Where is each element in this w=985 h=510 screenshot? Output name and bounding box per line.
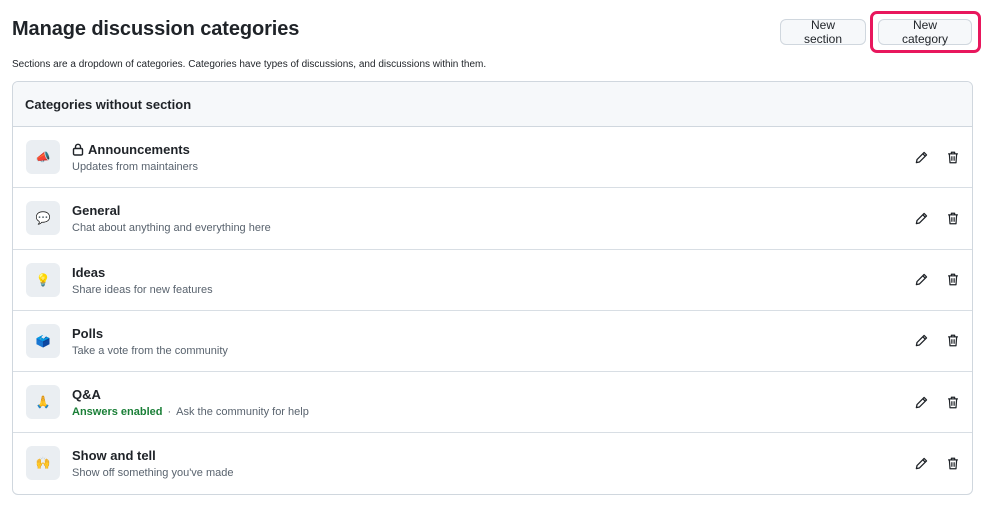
page-subtitle: Sections are a dropdown of categories. C… (12, 59, 487, 70)
category-emoji: 💬 (26, 201, 60, 236)
category-name: Polls (72, 325, 104, 341)
trash-icon[interactable] (945, 210, 961, 226)
category-name: Show and tell (72, 448, 156, 464)
pencil-icon[interactable] (913, 333, 929, 349)
pencil-icon[interactable] (913, 210, 929, 226)
category-title[interactable]: Announcements (72, 142, 190, 157)
category-row-qa: 🙏 Q&A Answers enabled · Ask the communit… (13, 372, 972, 434)
pencil-icon[interactable] (913, 394, 929, 410)
category-title[interactable]: Show and tell (72, 448, 156, 463)
category-name: General (72, 203, 121, 219)
category-emoji: 🙏 (26, 385, 60, 420)
new-category-button[interactable]: New category (878, 18, 972, 46)
lock-icon (72, 143, 84, 156)
category-row-show-and-tell: 🙌 Show and tell Show off something you'v… (13, 433, 972, 494)
trash-icon[interactable] (945, 272, 961, 288)
category-row-general: 💬 General Chat about anything and everyt… (13, 188, 972, 250)
category-description-line: Updates from maintainers (72, 161, 198, 173)
category-name: Announcements (88, 142, 190, 157)
answers-enabled-badge: Answers enabled (72, 406, 163, 419)
category-description-line: Answers enabled · Ask the community for … (72, 406, 309, 418)
category-description: Ask the community for help (176, 406, 309, 419)
pencil-icon[interactable] (913, 455, 929, 471)
category-description: Chat about anything and everything here (72, 222, 271, 235)
trash-icon[interactable] (945, 455, 961, 471)
category-description-line: Show off something you've made (72, 467, 234, 479)
category-title[interactable]: Q&A (72, 387, 101, 402)
category-emoji: 🗳️ (26, 323, 60, 358)
category-title[interactable]: Ideas (72, 265, 105, 280)
category-description-line: Share ideas for new features (72, 284, 213, 296)
category-row-ideas: 💡 Ideas Share ideas for new features (13, 250, 972, 311)
category-description: Show off something you've made (72, 467, 234, 480)
separator-dot: · (167, 406, 172, 419)
category-emoji: 📣 (26, 140, 60, 174)
category-row-polls: 🗳️ Polls Take a vote from the community (13, 311, 972, 373)
category-description-line: Chat about anything and everything here (72, 222, 271, 234)
category-description: Updates from maintainers (72, 161, 198, 173)
panel-header: Categories without section (13, 82, 972, 127)
category-emoji: 🙌 (26, 446, 60, 481)
category-description: Share ideas for new features (72, 283, 213, 296)
trash-icon[interactable] (945, 333, 961, 349)
category-description-line: Take a vote from the community (72, 345, 228, 357)
category-row-announcements: 📣 Announcements Updates from maintainers (13, 127, 972, 189)
category-description: Take a vote from the community (72, 344, 228, 357)
new-section-button[interactable]: New section (780, 18, 866, 46)
trash-icon[interactable] (945, 149, 961, 165)
category-title[interactable]: General (72, 203, 120, 218)
category-emoji: 💡 (26, 262, 60, 297)
trash-icon[interactable] (945, 394, 961, 410)
categories-panel: Categories without section 📣 Announcemen… (12, 81, 973, 495)
pencil-icon[interactable] (913, 272, 929, 288)
category-title[interactable]: Polls (72, 326, 103, 341)
category-name: Ideas (72, 264, 106, 280)
pencil-icon[interactable] (913, 149, 929, 165)
category-name: Q&A (72, 387, 101, 403)
page-title: Manage discussion categories (12, 18, 300, 40)
